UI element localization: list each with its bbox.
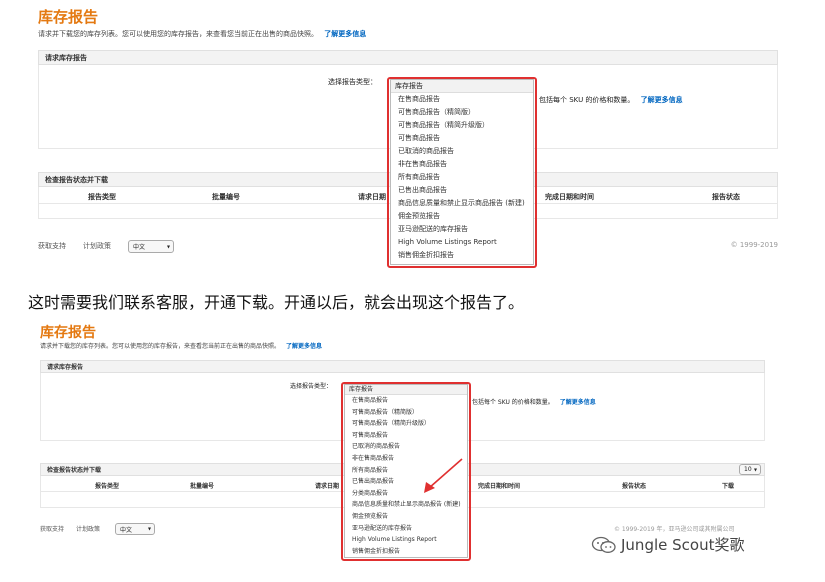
page-title-2: 库存报告: [40, 325, 96, 341]
learn-more-link[interactable]: 了解更多信息: [324, 30, 366, 38]
column-report-type[interactable]: 报告类型: [88, 192, 116, 202]
report-learn-more-link[interactable]: 了解更多信息: [641, 96, 683, 104]
column-request-date[interactable]: 请求日期: [358, 192, 386, 202]
column-completed-date[interactable]: 完成日期和时间: [545, 192, 594, 202]
request-section-header: 请求库存报告: [38, 50, 778, 65]
column-report-status-2[interactable]: 报告状态: [622, 481, 646, 490]
report-info-text-2: 包括每个 SKU 的价格和数量。: [472, 399, 554, 406]
page-description-2: 请求并下载您的库存列表。您可以使用您的库存报告，来查看您当前正在出售的商品快照。…: [40, 341, 322, 350]
language-value: 中文: [133, 244, 146, 251]
support-link-2[interactable]: 获取支持: [40, 524, 64, 533]
language-select[interactable]: 中文 ▾: [128, 240, 174, 253]
watermark: Jungle Scout奖歌: [591, 534, 744, 555]
report-info: 包括每个 SKU 的价格和数量。 了解更多信息: [539, 95, 683, 105]
description-text: 请求并下载您的库存列表。您可以使用您的库存报告，来查看您当前正在出售的商品快照。: [38, 30, 318, 38]
column-report-type-2[interactable]: 报告类型: [95, 481, 119, 490]
description-text-2: 请求并下载您的库存列表。您可以使用您的库存报告，来查看您当前正在出售的商品快照。: [40, 343, 281, 350]
report-info-2: 包括每个 SKU 的价格和数量。 了解更多信息: [472, 397, 596, 406]
column-batch-id-2[interactable]: 批量编号: [190, 481, 214, 490]
report-learn-more-link-2[interactable]: 了解更多信息: [560, 399, 596, 406]
page-description: 请求并下载您的库存列表。您可以使用您的库存报告，来查看您当前正在出售的商品快照。…: [38, 29, 366, 39]
column-batch-id[interactable]: 批量编号: [212, 192, 240, 202]
copyright: © 1999-2019: [730, 241, 778, 249]
wechat-icon: [591, 536, 616, 553]
support-link[interactable]: 获取支持: [38, 241, 66, 251]
policy-link-2[interactable]: 计划政策: [76, 524, 100, 533]
column-completed-date-2[interactable]: 完成日期和时间: [478, 481, 520, 490]
request-section-header-2: 请求库存报告: [40, 360, 765, 373]
caption-text: 这时需要我们联系客服，开通下载。开通以后，就会出现这个报告了。: [28, 293, 525, 312]
language-value-2: 中文: [120, 526, 133, 534]
column-request-date-2[interactable]: 请求日期: [315, 481, 339, 490]
report-info-text: 包括每个 SKU 的价格和数量。: [539, 96, 635, 104]
watermark-text: Jungle Scout奖歌: [621, 536, 745, 554]
column-download-2[interactable]: 下载: [722, 481, 734, 490]
page-size-value: 10: [744, 466, 752, 473]
chevron-down-icon: ▾: [166, 243, 170, 250]
language-select-2[interactable]: 中文 ▾: [115, 523, 155, 535]
arrow-icon: [424, 458, 463, 493]
chevron-down-icon: ▾: [147, 525, 151, 533]
report-type-label: 选择报告类型：: [328, 78, 377, 86]
chevron-down-icon: ▾: [753, 466, 757, 473]
policy-link[interactable]: 计划政策: [83, 241, 111, 251]
page-size-select[interactable]: 10 ▾: [739, 464, 761, 475]
learn-more-link-2[interactable]: 了解更多信息: [286, 343, 322, 350]
copyright-2: © 1999-2019 年，亚马逊公司或其附属公司: [614, 526, 735, 533]
column-report-status[interactable]: 报告状态: [712, 192, 740, 202]
report-type-label-2: 选择报告类型：: [290, 383, 333, 390]
highlight-box: [387, 77, 537, 268]
page-title: 库存报告: [38, 8, 99, 26]
